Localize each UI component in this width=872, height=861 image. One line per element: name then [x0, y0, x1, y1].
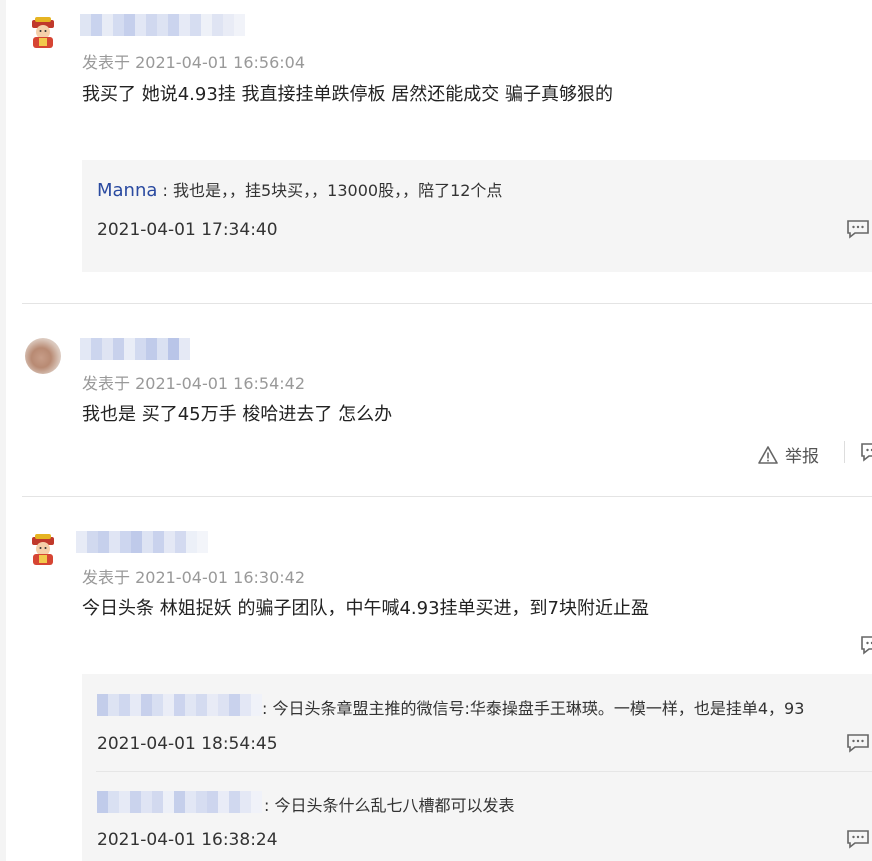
reply-username[interactable]: Manna	[97, 180, 157, 201]
username-blurred[interactable]	[80, 14, 245, 36]
reply-time: 2021-04-01 16:38:24	[97, 830, 278, 850]
post-meta: 发表于 2021-04-01 16:54:42	[82, 374, 306, 393]
reply-time: 2021-04-01 17:34:40	[97, 220, 278, 240]
reply-separator	[96, 771, 872, 772]
left-edge	[0, 0, 6, 861]
user-avatar[interactable]	[25, 338, 61, 374]
user-avatar[interactable]	[26, 533, 60, 567]
post-meta: 发表于 2021-04-01 16:30:42	[82, 568, 306, 587]
reply-username-blurred[interactable]	[97, 791, 262, 813]
comment-bubble-icon[interactable]	[846, 829, 870, 849]
username-blurred[interactable]	[80, 338, 190, 360]
comment-text: 今日头条 林姐捉妖 的骗子团队，中午喊4.93挂单买进，到7块附近止盈	[82, 598, 649, 619]
comment-text: 我也是 买了45万手 梭哈进去了 怎么办	[82, 404, 393, 425]
action-separator	[844, 441, 845, 463]
comment-text: 我买了 她说4.93挂 我直接挂单跌停板 居然还能成交 骗子真够狠的	[82, 84, 613, 105]
user-avatar[interactable]	[26, 16, 60, 50]
warning-triangle-icon	[758, 445, 778, 464]
reply-text: : 今日头条章盟主推的微信号:华泰操盘手王琳瑛。一模一样，也是挂单4，93	[262, 699, 805, 718]
reply-item: Manna : 我也是，，挂5块买，，13000股，，陪了12个点	[97, 177, 502, 201]
comment-bubble-icon[interactable]	[860, 635, 872, 655]
reply-username-blurred[interactable]	[97, 694, 262, 716]
report-button[interactable]: 举报	[757, 442, 819, 467]
divider	[22, 303, 872, 304]
reply-time: 2021-04-01 18:54:45	[97, 734, 278, 754]
divider	[22, 496, 872, 497]
report-label: 举报	[785, 447, 819, 467]
comment-bubble-icon[interactable]	[846, 219, 870, 239]
reply-text: : 今日头条什么乱七八槽都可以发表	[264, 796, 515, 815]
reply-text: : 我也是，，挂5块买，，13000股，，陪了12个点	[157, 181, 503, 200]
reply-box: : 今日头条章盟主推的微信号:华泰操盘手王琳瑛。一模一样，也是挂单4，93 20…	[82, 674, 872, 861]
username-blurred[interactable]	[76, 531, 208, 553]
post-meta: 发表于 2021-04-01 16:56:04	[82, 53, 306, 72]
comment-bubble-icon[interactable]	[860, 442, 872, 462]
reply-box: Manna : 我也是，，挂5块买，，13000股，，陪了12个点 2021-0…	[82, 160, 872, 272]
comment-bubble-icon[interactable]	[846, 733, 870, 753]
